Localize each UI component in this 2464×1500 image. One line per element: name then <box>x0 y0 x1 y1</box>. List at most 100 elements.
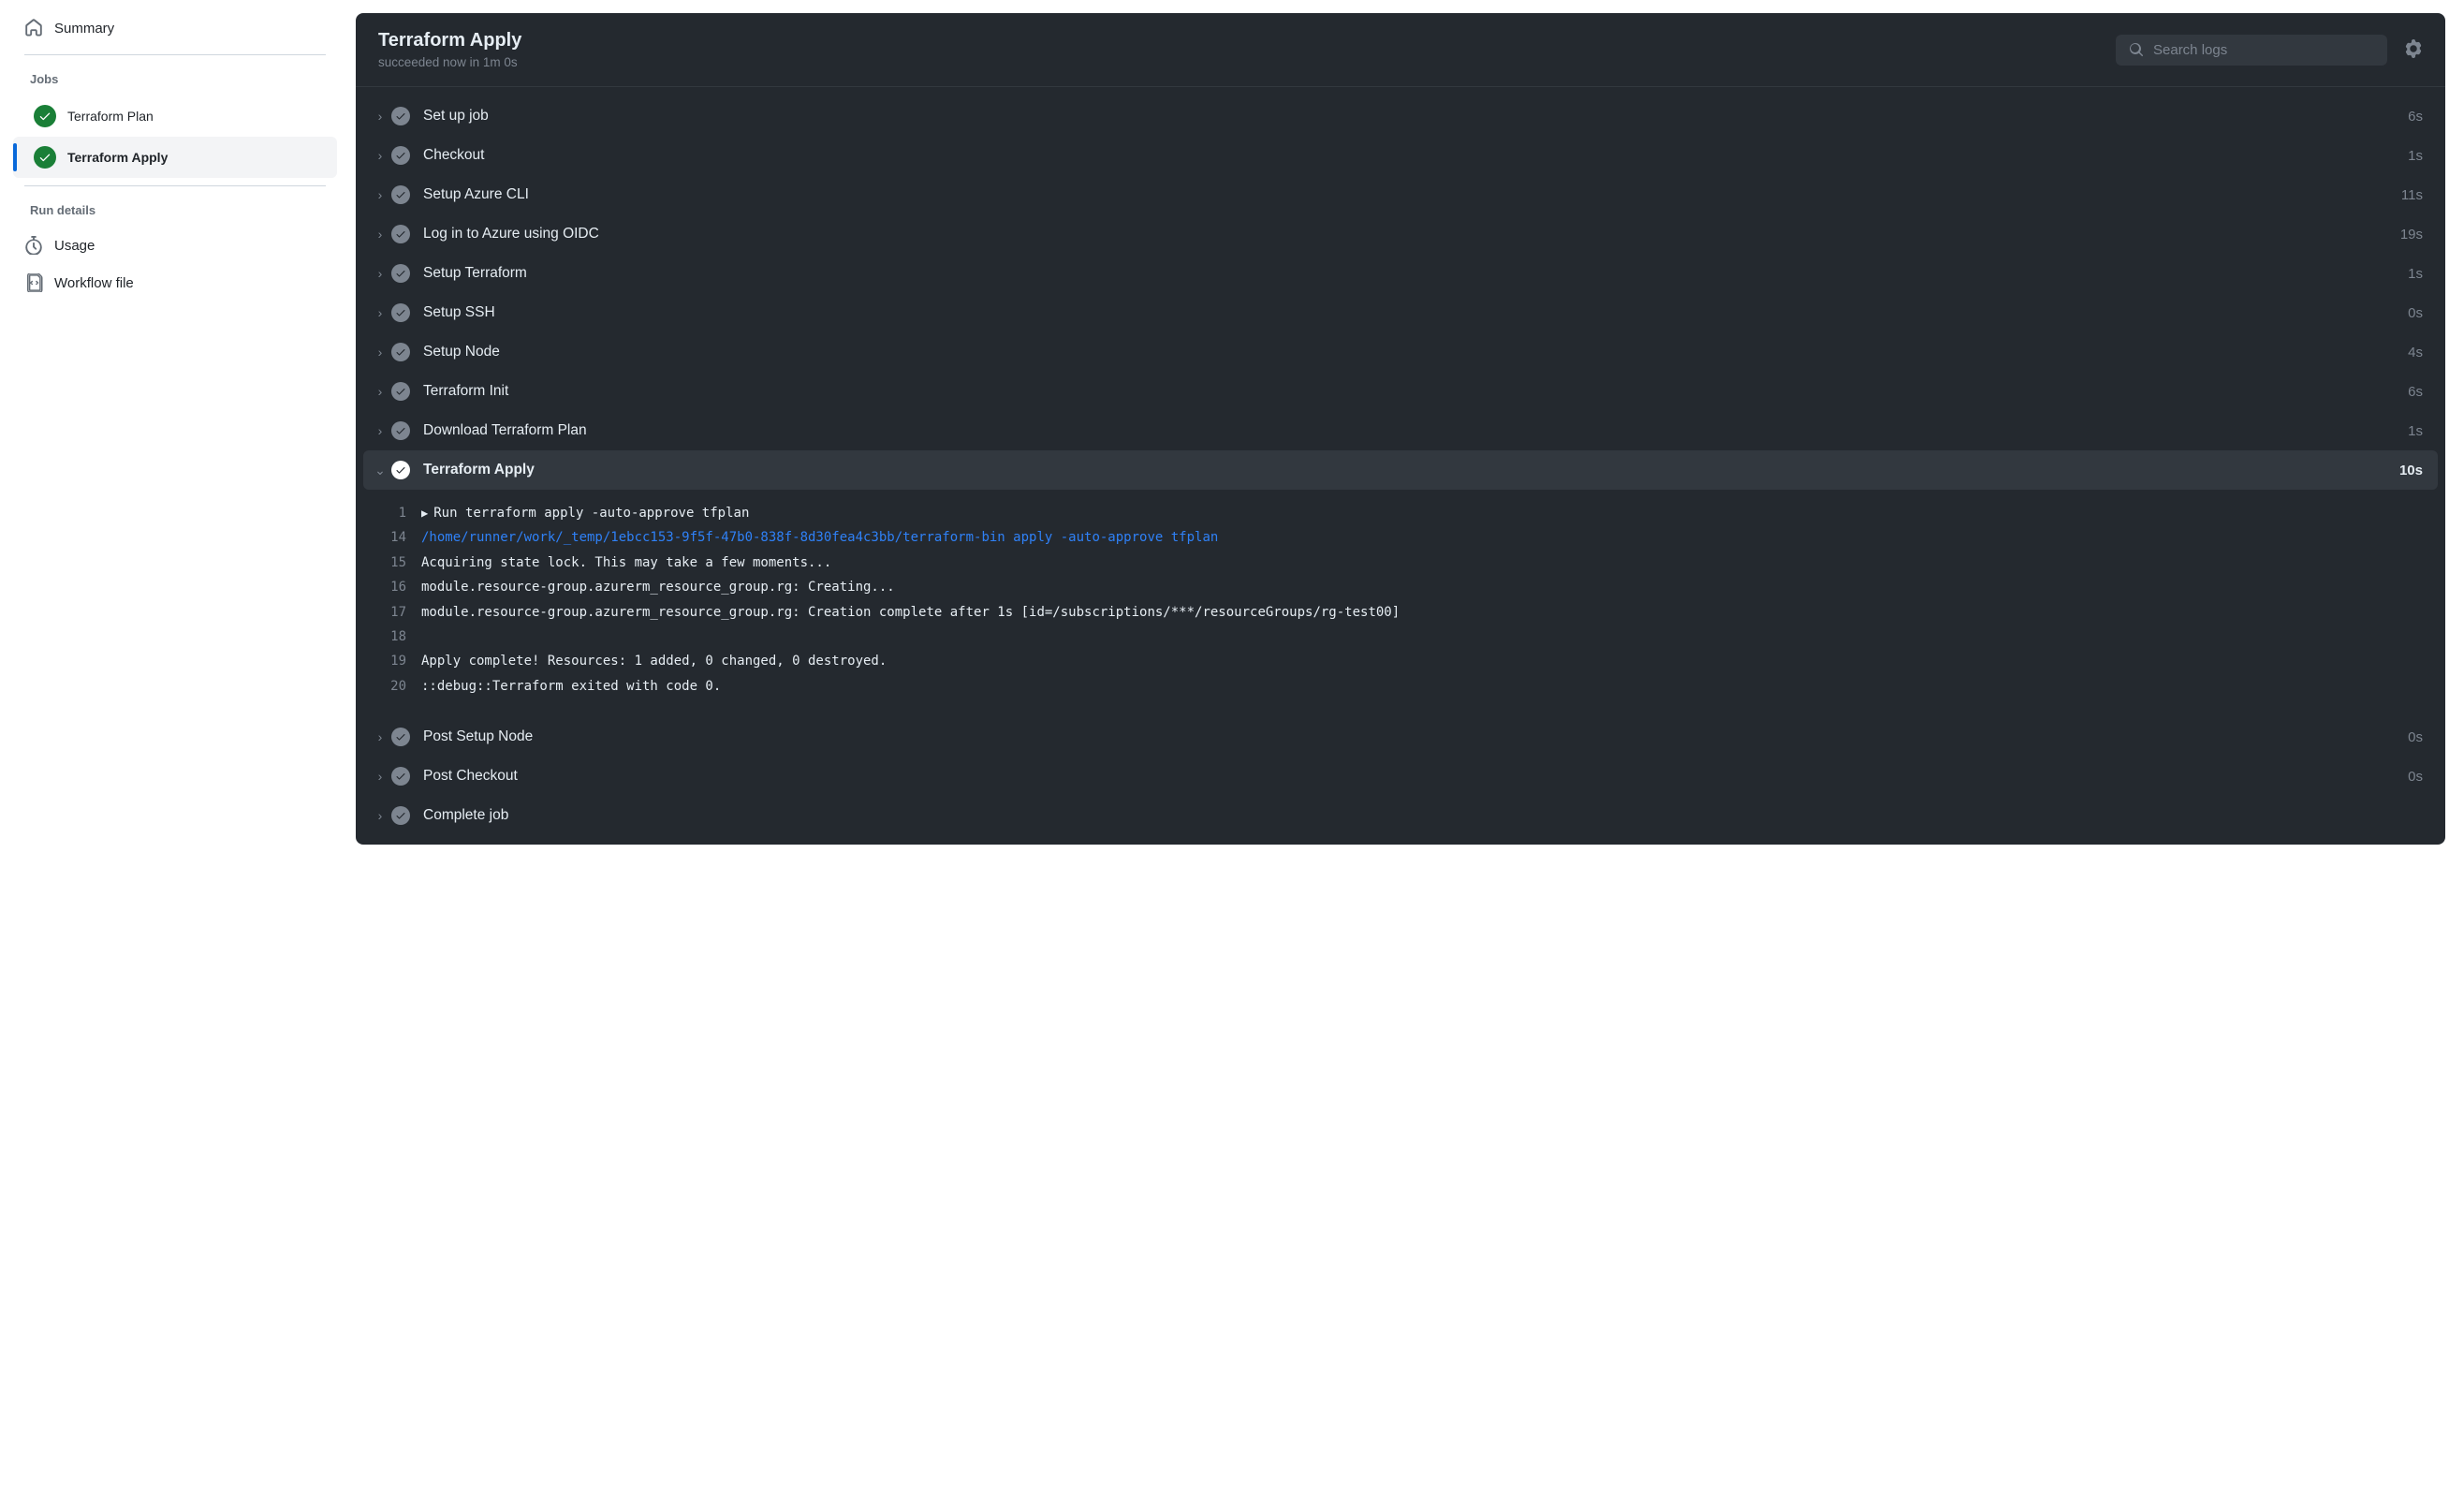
gear-icon <box>2404 39 2423 58</box>
step-success-icon <box>391 343 410 361</box>
line-number: 1 <box>373 503 421 523</box>
step-success-icon <box>391 806 410 825</box>
divider <box>24 185 326 186</box>
log-line: 18 <box>373 625 2428 649</box>
step-name: Set up job <box>423 108 2408 125</box>
step-name: Terraform Apply <box>423 462 2399 478</box>
line-number: 14 <box>373 527 421 548</box>
usage-nav[interactable]: Usage <box>13 227 337 264</box>
chevron-right-icon: › <box>373 345 388 360</box>
log-content: /home/runner/work/_temp/1ebcc153-9f5f-47… <box>421 527 1218 548</box>
log-line: 14 /home/runner/work/_temp/1ebcc153-9f5f… <box>373 525 2428 550</box>
chevron-right-icon: › <box>373 148 388 163</box>
step-name: Post Setup Node <box>423 728 2408 745</box>
step-row[interactable]: ⌄ Terraform Apply 10s <box>363 450 2438 490</box>
disclosure-icon: ▶ <box>421 507 428 520</box>
step-success-icon <box>391 461 410 479</box>
settings-button[interactable] <box>2404 39 2423 61</box>
log-content: module.resource-group.azurerm_resource_g… <box>421 577 895 597</box>
step-name: Complete job <box>423 807 2423 824</box>
step-success-icon <box>391 146 410 165</box>
step-row[interactable]: › Setup Terraform 1s <box>363 254 2438 293</box>
job-terraform-plan[interactable]: Terraform Plan <box>13 96 337 137</box>
log-content: module.resource-group.azurerm_resource_g… <box>421 602 1400 623</box>
log-line: 15 Acquiring state lock. This may take a… <box>373 551 2428 575</box>
workflow-file-label: Workflow file <box>54 275 134 291</box>
step-duration: 4s <box>2408 345 2423 360</box>
step-row[interactable]: › Log in to Azure using OIDC 19s <box>363 214 2438 254</box>
summary-nav[interactable]: Summary <box>13 9 337 47</box>
step-success-icon <box>391 421 410 440</box>
step-row[interactable]: › Post Setup Node 0s <box>363 717 2438 757</box>
step-row[interactable]: › Setup Node 4s <box>363 332 2438 372</box>
run-details-header: Run details <box>13 194 337 227</box>
stopwatch-icon <box>24 236 43 255</box>
chevron-right-icon: › <box>373 305 388 320</box>
main-header: Terraform Apply succeeded now in 1m 0s <box>356 13 2445 87</box>
step-duration: 6s <box>2408 109 2423 125</box>
workflow-file-icon <box>24 273 43 292</box>
log-line: 16 module.resource-group.azurerm_resourc… <box>373 575 2428 599</box>
step-duration: 1s <box>2408 423 2423 439</box>
chevron-right-icon: › <box>373 729 388 744</box>
success-check-icon <box>34 105 56 127</box>
step-duration: 1s <box>2408 148 2423 164</box>
chevron-right-icon: › <box>373 769 388 784</box>
page-subtitle: succeeded now in 1m 0s <box>378 55 521 69</box>
summary-label: Summary <box>54 21 114 37</box>
log-output: 1 ▶Run terraform apply -auto-approve tfp… <box>363 490 2438 717</box>
step-duration: 0s <box>2408 305 2423 321</box>
step-duration: 11s <box>2401 187 2423 203</box>
chevron-right-icon: › <box>373 109 388 124</box>
step-name: Log in to Azure using OIDC <box>423 226 2400 243</box>
home-icon <box>24 19 43 37</box>
success-check-icon <box>34 146 56 169</box>
step-success-icon <box>391 107 410 125</box>
step-name: Post Checkout <box>423 768 2408 785</box>
chevron-down-icon: ⌄ <box>373 463 388 478</box>
steps-list: › Set up job 6s › Checkout 1s › Setup Az… <box>356 87 2445 845</box>
line-number: 19 <box>373 651 421 671</box>
step-success-icon <box>391 225 410 243</box>
step-row[interactable]: › Post Checkout 0s <box>363 757 2438 796</box>
step-success-icon <box>391 264 410 283</box>
step-duration: 10s <box>2399 463 2423 478</box>
line-number: 18 <box>373 626 421 647</box>
log-content: ::debug::Terraform exited with code 0. <box>421 676 721 697</box>
step-name: Download Terraform Plan <box>423 422 2408 439</box>
step-row[interactable]: › Set up job 6s <box>363 96 2438 136</box>
log-content: ▶Run terraform apply -auto-approve tfpla… <box>421 503 749 523</box>
job-terraform-apply[interactable]: Terraform Apply <box>13 137 337 178</box>
line-number: 15 <box>373 552 421 573</box>
step-row[interactable]: › Download Terraform Plan 1s <box>363 411 2438 450</box>
step-row[interactable]: › Complete job <box>363 796 2438 835</box>
log-line: 20 ::debug::Terraform exited with code 0… <box>373 674 2428 699</box>
step-duration: 0s <box>2408 729 2423 745</box>
divider <box>24 54 326 55</box>
chevron-right-icon: › <box>373 187 388 202</box>
page-title: Terraform Apply <box>378 30 521 51</box>
line-number: 17 <box>373 602 421 623</box>
log-line: 1 ▶Run terraform apply -auto-approve tfp… <box>373 501 2428 525</box>
workflow-file-nav[interactable]: Workflow file <box>13 264 337 301</box>
search-icon <box>2129 42 2144 57</box>
step-row[interactable]: › Checkout 1s <box>363 136 2438 175</box>
log-content: Apply complete! Resources: 1 added, 0 ch… <box>421 651 887 671</box>
jobs-header: Jobs <box>13 63 337 96</box>
sidebar: Summary Jobs Terraform Plan Terraform Ap… <box>0 0 356 845</box>
step-name: Setup SSH <box>423 304 2408 321</box>
step-name: Terraform Init <box>423 383 2408 400</box>
step-success-icon <box>391 185 410 204</box>
step-row[interactable]: › Setup Azure CLI 11s <box>363 175 2438 214</box>
search-input[interactable] <box>2153 42 2374 58</box>
step-row[interactable]: › Setup SSH 0s <box>363 293 2438 332</box>
chevron-right-icon: › <box>373 227 388 242</box>
step-name: Setup Node <box>423 344 2408 360</box>
chevron-right-icon: › <box>373 423 388 438</box>
step-success-icon <box>391 767 410 786</box>
step-success-icon <box>391 303 410 322</box>
chevron-right-icon: › <box>373 266 388 281</box>
search-logs[interactable] <box>2116 35 2387 66</box>
step-row[interactable]: › Terraform Init 6s <box>363 372 2438 411</box>
step-name: Checkout <box>423 147 2408 164</box>
